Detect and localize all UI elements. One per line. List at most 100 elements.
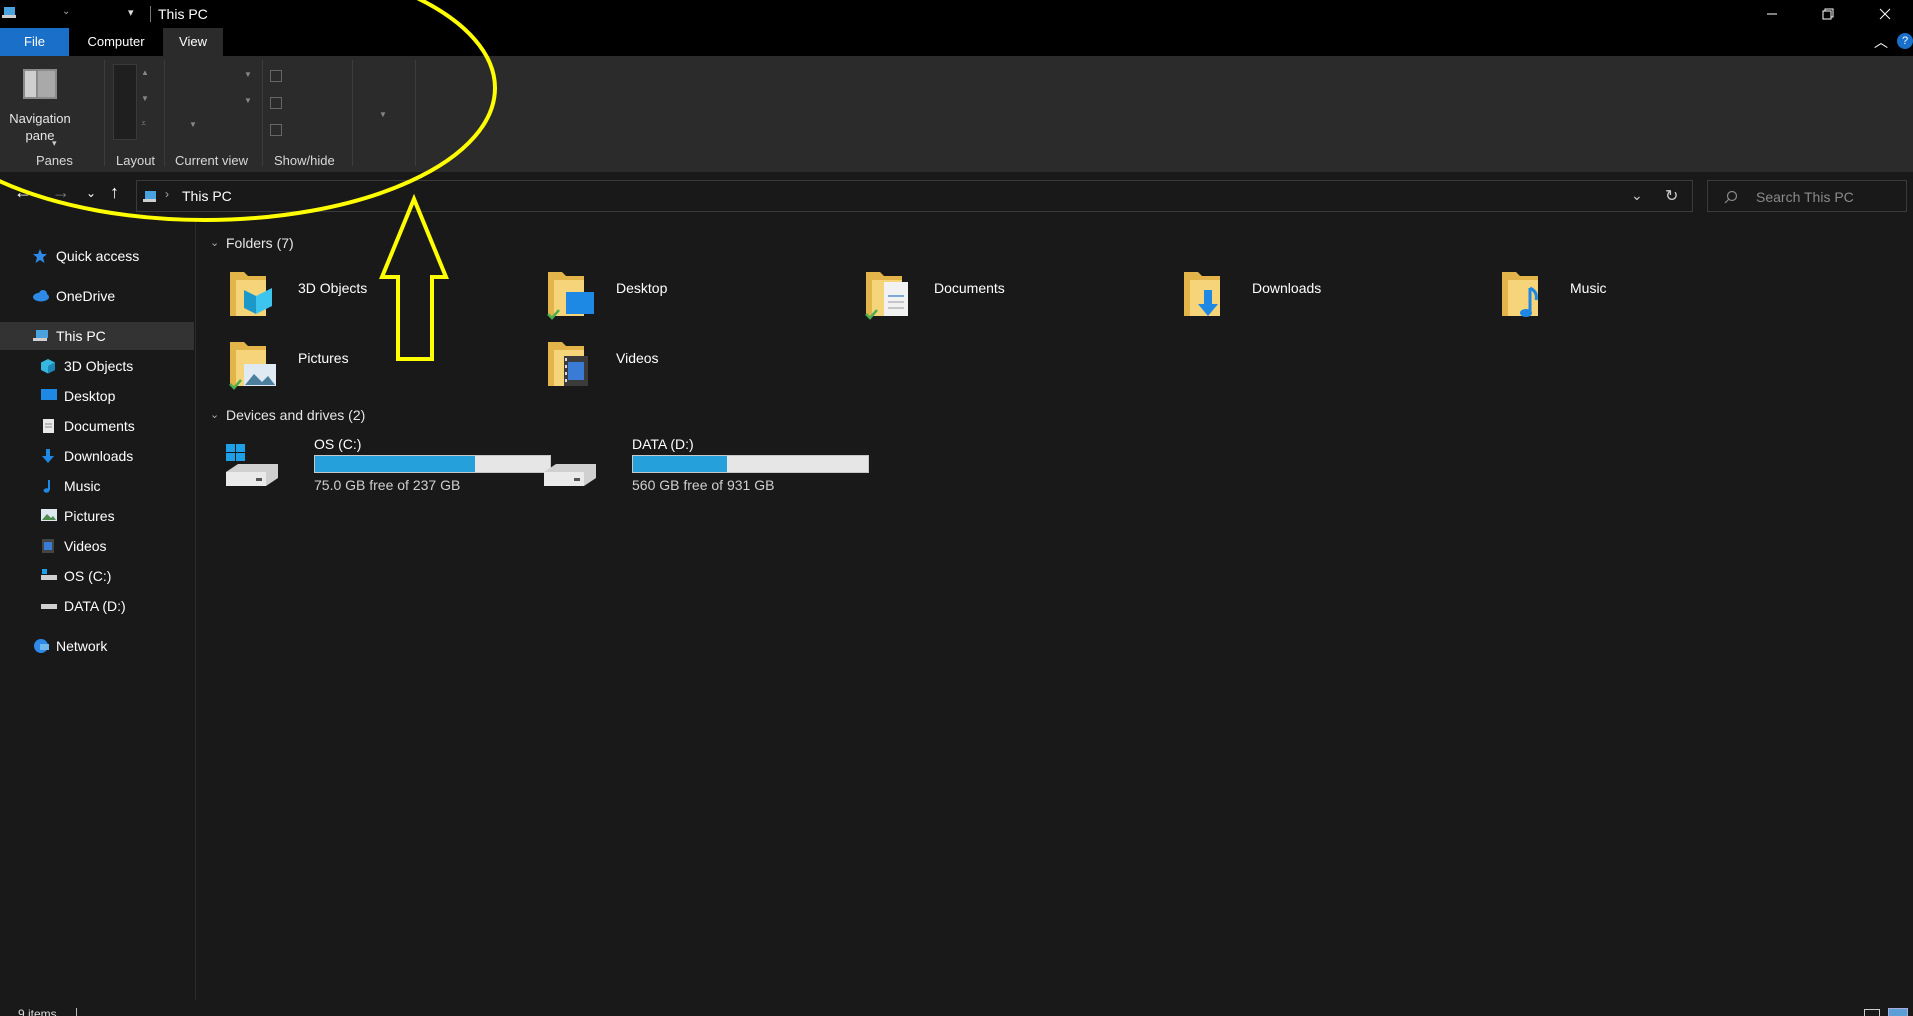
sidebar-item-label: Quick access (56, 248, 140, 264)
sort-dropdown-icon[interactable]: ▼ (244, 70, 252, 79)
hidden-items-checkbox[interactable] (270, 124, 282, 136)
sidebar-item-data-d[interactable]: DATA (D:) (0, 592, 194, 620)
sidebar-item-label: Pictures (64, 508, 115, 524)
drive-data-d[interactable]: DATA (D:) 560 GB free of 931 GB (542, 436, 869, 496)
app-icon[interactable] (2, 4, 18, 23)
folder-documents[interactable]: Documents (864, 268, 1164, 328)
status-separator (76, 1008, 77, 1016)
search-icon (1724, 190, 1738, 204)
forward-arrow-icon[interactable]: → (52, 182, 70, 203)
folder-pictures[interactable]: Pictures (228, 338, 528, 398)
sidebar-item-os-c[interactable]: OS (C:) (0, 562, 194, 590)
sidebar-item-videos[interactable]: Videos (0, 532, 194, 560)
desktop-folder-icon (547, 272, 594, 320)
folders-header[interactable]: Folders (7) (226, 235, 294, 251)
sidebar-item-pictures[interactable]: Pictures (0, 502, 194, 530)
folders-collapse-chevron-icon[interactable]: ⌄ (210, 236, 219, 249)
sidebar-item-label: Desktop (64, 388, 116, 404)
layout-gallery[interactable] (113, 64, 137, 140)
tab-view[interactable]: View (163, 28, 223, 56)
close-icon (1879, 8, 1891, 20)
folder-label: Documents (934, 280, 1005, 296)
layout-more-icon[interactable]: ⩡ (141, 118, 146, 129)
drives-header[interactable]: Devices and drives (2) (226, 407, 365, 423)
drives-collapse-chevron-icon[interactable]: ⌄ (210, 408, 219, 421)
navigation-pane: Quick access OneDrive This PC 3D Objects… (0, 218, 196, 1000)
close-button[interactable] (1857, 0, 1913, 28)
item-check-boxes-checkbox[interactable] (270, 70, 282, 82)
drive-usage-bar (314, 455, 551, 473)
folder-3d-objects[interactable]: 3D Objects (228, 268, 528, 328)
window-title: This PC (158, 6, 208, 22)
folder-music[interactable]: Music (1500, 268, 1800, 328)
minimize-icon (1767, 13, 1777, 15)
sidebar-item-downloads[interactable]: Downloads (0, 442, 194, 470)
sidebar-item-3d-objects[interactable]: 3D Objects (0, 352, 194, 380)
music-folder-icon (1502, 272, 1538, 317)
address-history-chevron-icon[interactable]: ⌄ (1631, 187, 1643, 204)
help-icon[interactable]: ? (1897, 33, 1913, 49)
sidebar-item-label: OneDrive (56, 288, 116, 304)
options-dropdown-icon[interactable]: ▼ (379, 110, 387, 119)
tab-computer[interactable]: Computer (75, 28, 157, 56)
title-bar: ⌄ ▾ This PC (0, 0, 1913, 28)
pictures-folder-icon (229, 342, 276, 390)
document-icon (40, 418, 58, 434)
large-icons-view-icon[interactable] (1888, 1008, 1908, 1016)
tab-file[interactable]: File (0, 28, 69, 56)
drive-icon (544, 464, 596, 486)
sidebar-item-music[interactable]: Music (0, 472, 194, 500)
navigation-pane-button[interactable]: Navigation pane ▾ (4, 66, 76, 150)
group-panes-label: Panes (36, 153, 73, 168)
sidebar-item-onedrive[interactable]: OneDrive (0, 282, 194, 310)
cube-icon (40, 358, 58, 374)
drive-icon (40, 568, 58, 584)
folder-videos[interactable]: Videos (546, 338, 846, 398)
sidebar-item-quick-access[interactable]: Quick access (0, 242, 194, 270)
customize-toolbar-icon[interactable]: ▾ (128, 6, 134, 19)
sidebar-item-this-pc[interactable]: This PC (0, 322, 194, 350)
status-bar: 9 items (0, 1000, 1913, 1016)
ribbon-view: Navigation pane ▾ Panes ▲ ▼ ⩡ Layout ▼ ▼… (0, 56, 1913, 172)
ribbon-separator (164, 60, 165, 166)
address-path[interactable]: This PC (182, 188, 232, 204)
drive-os-c[interactable]: OS (C:) 75.0 GB free of 237 GB (224, 436, 551, 496)
item-count: 9 items (18, 1007, 57, 1016)
minimize-button[interactable] (1744, 0, 1800, 28)
drive-usage-fill (315, 456, 475, 472)
group-by-dropdown-icon[interactable]: ▼ (244, 96, 252, 105)
title-separator (150, 6, 151, 22)
downloads-folder-icon (1184, 272, 1220, 316)
sidebar-item-desktop[interactable]: Desktop (0, 382, 194, 410)
file-name-extensions-checkbox[interactable] (270, 97, 282, 109)
sort-by-dropdown-icon[interactable]: ▼ (189, 120, 197, 129)
folder-desktop[interactable]: Desktop (546, 268, 846, 328)
back-arrow-icon[interactable]: ← (14, 182, 32, 203)
collapse-ribbon-icon[interactable]: ︿ (1874, 32, 1888, 52)
recent-locations-chevron-icon[interactable]: ⌄ (86, 186, 96, 200)
cloud-icon (32, 288, 50, 304)
folder-downloads[interactable]: Downloads (1182, 268, 1482, 328)
search-input[interactable]: Search This PC (1707, 180, 1907, 212)
sidebar-item-documents[interactable]: Documents (0, 412, 194, 440)
picture-icon (40, 508, 58, 524)
restore-button[interactable] (1800, 0, 1856, 28)
search-placeholder: Search This PC (1756, 189, 1854, 205)
drive-icon (40, 598, 58, 614)
layout-scroll-up-icon[interactable]: ▲ (141, 68, 149, 77)
ribbon-separator (352, 60, 353, 166)
folder-label: Pictures (298, 350, 349, 366)
sidebar-item-network[interactable]: Network (0, 632, 194, 660)
video-icon (40, 538, 58, 554)
content-area: ⌄ Folders (7) 3D Objects Desktop Documen… (198, 218, 1913, 1000)
quick-access-dropdown-icon[interactable]: ⌄ (62, 6, 70, 17)
sidebar-item-label: OS (C:) (64, 568, 112, 584)
details-view-icon[interactable] (1864, 1009, 1880, 1016)
star-icon (32, 248, 50, 264)
breadcrumb-chevron-icon[interactable]: › (165, 187, 169, 201)
up-arrow-icon[interactable]: ↑ (110, 182, 119, 203)
address-bar[interactable]: › This PC ⌄ (136, 180, 1693, 212)
refresh-icon[interactable]: ↻ (1665, 186, 1678, 206)
drive-name: OS (C:) (314, 436, 362, 452)
layout-scroll-down-icon[interactable]: ▼ (141, 94, 149, 103)
